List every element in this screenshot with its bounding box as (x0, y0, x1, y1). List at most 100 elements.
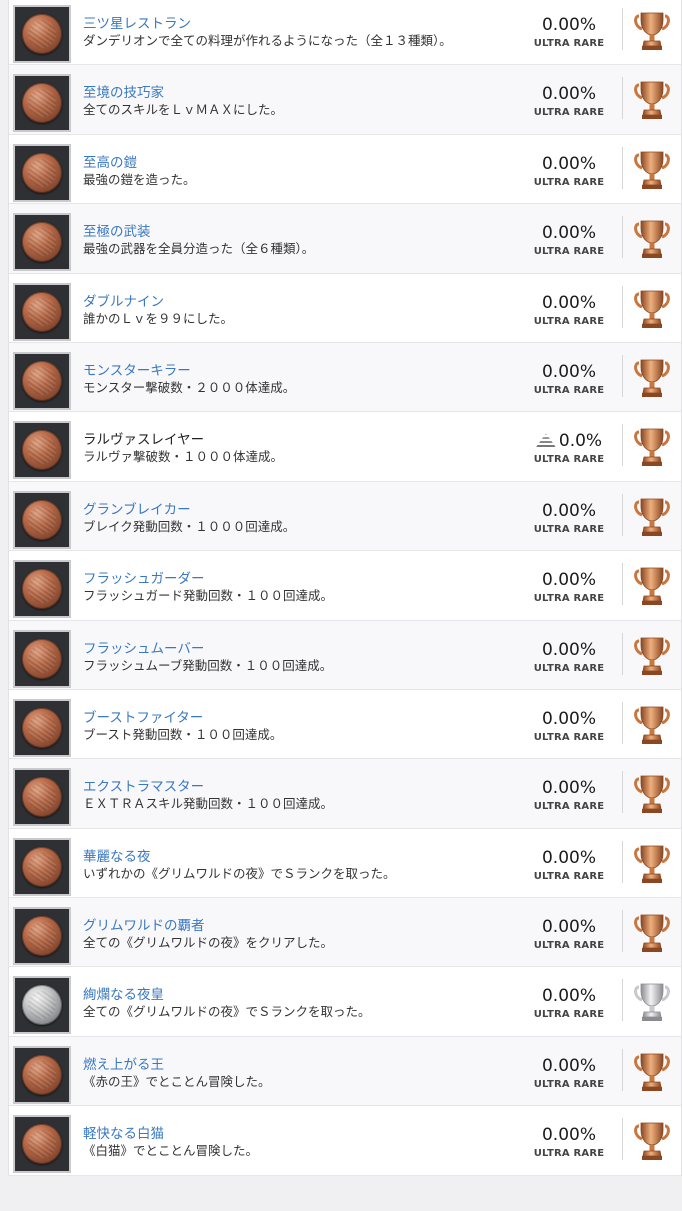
trophy-row[interactable]: 至高の鎧 最強の鎧を造った。 0.00% ULTRA RARE (9, 135, 681, 205)
trophy-image (13, 421, 71, 480)
trophy-image (13, 1045, 71, 1104)
divider (622, 216, 623, 259)
coin-icon (22, 83, 62, 124)
trophy-row[interactable]: ラルヴァスレイヤー ラルヴァ撃破数・１０００体達成。 0.0% ULTRA RA… (9, 412, 681, 482)
coin-icon (22, 14, 62, 54)
bronze-trophy-icon (633, 79, 671, 121)
trophy-title[interactable]: 至極の武装 (83, 220, 151, 240)
silver-trophy-icon (633, 981, 671, 1023)
divider (622, 1118, 623, 1161)
trophy-title[interactable]: 軽快なる白猫 (83, 1122, 164, 1142)
trophy-percent-value: 0.00% (541, 570, 596, 591)
trophy-title[interactable]: 三ツ星レストラン (83, 12, 191, 32)
trophy-row[interactable]: フラッシュムーバー フラッシュムーブ発動回数・１００回達成。 0.00% ULT… (9, 620, 681, 690)
trophy-percent-value: 0.00% (541, 361, 596, 382)
bronze-trophy-icon (633, 357, 671, 399)
trophy-image (13, 5, 71, 63)
trophy-row[interactable]: 軽快なる白猫 《白猫》でとことん冒険した。 0.00% ULTRA RARE (9, 1106, 681, 1176)
trophy-row[interactable]: グリムワルドの覇者 全ての《グリムワルドの夜》をクリアした。 0.00% ULT… (9, 898, 681, 968)
bronze-trophy-icon (633, 704, 671, 746)
divider (622, 840, 623, 883)
trophy-row[interactable]: 三ツ星レストラン ダンデリオンで全ての料理が作れるようになった（全１３種類）。 … (9, 0, 681, 66)
trophy-description: ＥＸＴＲＡスキル発動回数・１００回達成。 (83, 796, 334, 812)
trophy-row[interactable]: ブーストファイター ブースト発動回数・１００回達成。 0.00% ULTRA R… (9, 690, 681, 760)
trophy-percent: 0.00% (519, 362, 619, 382)
trophy-title[interactable]: フラッシュムーバー (83, 637, 204, 657)
trophy-row[interactable]: 至極の武装 最強の武器を全員分造った（全６種類）。 0.00% ULTRA RA… (9, 204, 681, 274)
coin-icon (22, 152, 62, 193)
trophy-title[interactable]: 至境の技巧家 (83, 81, 164, 101)
trophy-rarity: ULTRA RARE (533, 1078, 605, 1090)
trophy-description: 全てのスキルをＬｖＭＡＸにした。 (83, 102, 284, 118)
trophy-rarity: ULTRA RARE (533, 662, 605, 674)
trophy-percent-value: 0.00% (541, 500, 596, 521)
coin-icon (22, 777, 62, 818)
trophy-image (13, 629, 71, 688)
trophy-percent: 0.0% (519, 431, 619, 451)
trophy-row[interactable]: エクストラマスター ＥＸＴＲＡスキル発動回数・１００回達成。 0.00% ULT… (9, 759, 681, 829)
trophy-image (13, 351, 71, 410)
trophy-rarity: ULTRA RARE (533, 107, 605, 119)
trophy-percent-value: 0.00% (541, 292, 596, 313)
trophy-image (13, 282, 71, 341)
trophy-row[interactable]: モンスターキラー モンスター撃破数・２０００体達成。 0.00% ULTRA R… (9, 342, 681, 413)
trophy-title[interactable]: 絢爛なる夜皇 (83, 983, 164, 1003)
trophy-title[interactable]: エクストラマスター (83, 775, 204, 795)
trophy-row[interactable]: フラッシュガーダー フラッシュガード発動回数・１００回達成。 0.00% ULT… (9, 551, 681, 621)
trophy-title[interactable]: モンスターキラー (83, 359, 191, 379)
trophy-image (13, 768, 71, 827)
trophy-row[interactable]: 至境の技巧家 全てのスキルをＬｖＭＡＸにした。 0.00% ULTRA RARE (9, 65, 681, 135)
coin-icon (22, 707, 62, 748)
trophy-percent: 0.00% (519, 709, 619, 729)
trophy-rarity: ULTRA RARE (533, 454, 605, 466)
trophy-percent: 0.00% (519, 848, 619, 868)
trophy-percent-value: 0.00% (541, 917, 596, 938)
trophy-rarity: ULTRA RARE (533, 801, 605, 813)
trophy-title[interactable]: 至高の鎧 (83, 151, 137, 171)
trophy-rarity: ULTRA RARE (533, 523, 605, 535)
trophy-title[interactable]: グリムワルドの覇者 (83, 914, 205, 934)
trophy-percent-value: 0.00% (541, 1055, 596, 1076)
trophy-title[interactable]: 華麗なる夜 (83, 845, 151, 865)
trophy-description: 誰かのＬｖを９９にした。 (83, 310, 234, 326)
coin-icon (22, 569, 62, 610)
trophy-title[interactable]: ダブルナイン (83, 290, 164, 310)
trophy-row[interactable]: 絢爛なる夜皇 全ての《グリムワルドの夜》でＳランクを取った。 0.00% ULT… (9, 967, 681, 1037)
trophy-rarity: ULTRA RARE (533, 38, 605, 49)
trophy-description: フラッシュムーブ発動回数・１００回達成。 (83, 657, 333, 673)
bronze-trophy-icon (633, 149, 671, 191)
coin-icon (22, 360, 62, 401)
trophy-row[interactable]: 燃え上がる王 《赤の王》でとことん冒険した。 0.00% ULTRA RARE (9, 1036, 681, 1107)
trophy-rarity: ULTRA RARE (533, 246, 605, 258)
divider (622, 77, 623, 120)
divider (622, 910, 623, 953)
bronze-trophy-icon (633, 912, 671, 954)
trophy-percent-value: 0.00% (541, 708, 596, 729)
trophy-row[interactable]: 華麗なる夜 いずれかの《グリムワルドの夜》でＳランクを取った。 0.00% UL… (9, 829, 681, 899)
trophy-title[interactable]: ブーストファイター (83, 706, 203, 726)
trophy-rarity: ULTRA RARE (533, 593, 605, 605)
trophy-percent: 0.00% (519, 223, 619, 243)
trophy-percent: 0.00% (519, 501, 619, 521)
trophy-row[interactable]: ダブルナイン 誰かのＬｖを９９にした。 0.00% ULTRA RARE (9, 274, 681, 343)
trophy-title[interactable]: フラッシュガーダー (83, 567, 205, 587)
divider (622, 632, 623, 675)
trophy-description: ブースト発動回数・１００回達成。 (83, 726, 283, 742)
trophy-percent-value: 0.00% (541, 223, 596, 244)
divider (622, 1048, 623, 1091)
trophy-title[interactable]: 燃え上がる王 (83, 1053, 164, 1073)
bronze-trophy-icon (633, 1051, 671, 1093)
trophy-title[interactable]: グランブレイカー (83, 498, 191, 518)
trophy-row[interactable]: グランブレイカー ブレイク発動回数・１０００回達成。 0.00% ULTRA R… (9, 481, 681, 552)
trophy-rarity: ULTRA RARE (533, 1148, 605, 1160)
trophy-percent-value: 0.00% (541, 639, 596, 660)
trophy-description: フラッシュガード発動回数・１００回達成。 (83, 588, 334, 604)
trophy-percent: 0.00% (519, 986, 619, 1006)
bronze-trophy-icon (633, 843, 671, 885)
coin-icon (22, 638, 62, 679)
trophy-image (13, 560, 71, 619)
coin-icon (22, 499, 62, 540)
trophy-rarity: ULTRA RARE (533, 870, 605, 882)
trophy-rarity: ULTRA RARE (533, 731, 605, 743)
rarity-stack-icon (535, 433, 556, 448)
